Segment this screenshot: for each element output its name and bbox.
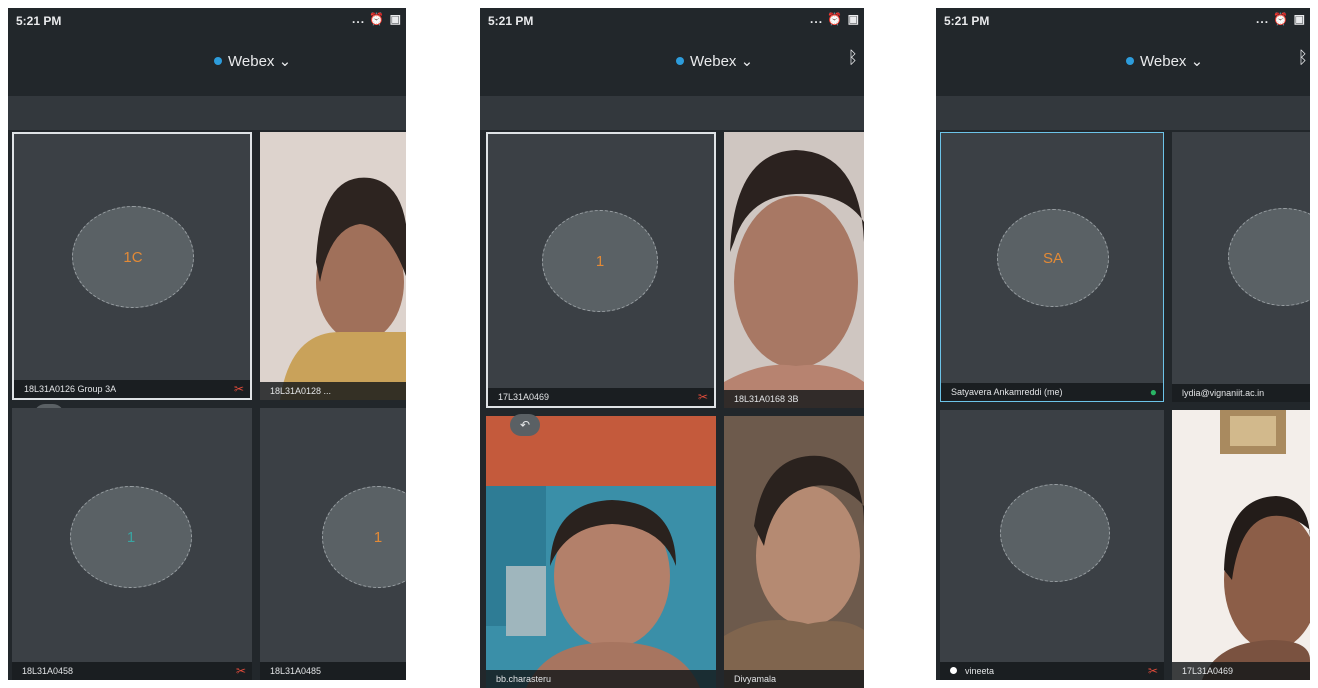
toolbar-band (936, 96, 1310, 130)
status-time: 5:21 PM (488, 14, 534, 28)
participant-avatar (1000, 484, 1110, 582)
status-bar: 5:21 PM ... ⏰ ▣ (936, 8, 1310, 36)
chevron-down-icon: ⌄ (740, 53, 754, 70)
mic-active-icon: ● (1149, 385, 1157, 399)
participant-tile[interactable]: SA Satyavera Ankamreddi (me) ● (940, 132, 1164, 402)
participant-avatar (1228, 208, 1310, 306)
back-arrow-icon[interactable]: ↶ (510, 414, 540, 436)
app-title: Webex (690, 53, 737, 70)
webex-status-dot (214, 57, 222, 65)
avatar-initials: SA (1042, 249, 1063, 267)
chevron-down-icon: ⌄ (1190, 53, 1204, 70)
participant-tile[interactable]: 1C 18L31A0126 Group 3A ✂ (12, 132, 252, 400)
participant-video-tile[interactable]: 17L31A0469 (1172, 410, 1310, 680)
chat-icon (950, 667, 957, 674)
meeting-header: Webex ⌄ ᛒ (480, 36, 864, 96)
participant-video (724, 132, 864, 408)
meeting-header: Webex ⌄ (8, 36, 406, 96)
participant-name: Divyamala (724, 670, 864, 688)
participant-video-tile[interactable]: Divyamala (724, 416, 864, 688)
participant-video-tile[interactable]: 18L31A0168 3B (724, 132, 864, 408)
participant-tile[interactable]: 1 18L31A0485 (260, 408, 406, 680)
participant-name: 18L31A0128 ... (260, 382, 406, 400)
participant-video (724, 416, 864, 688)
toolbar-band (480, 96, 864, 130)
mic-muted-icon: ✂ (697, 390, 708, 404)
avatar-initials: 1 (126, 528, 136, 546)
participant-name: Satyavera Ankamreddi (me) (941, 383, 1163, 401)
screen-1: 5:21 PM ... ⏰ ▣ Webex ⌄ 1C 18L31A0126 Gr… (8, 8, 406, 680)
participant-tile[interactable]: 1 18L31A0458 ✂ (12, 408, 252, 680)
webex-status-dot (1126, 57, 1134, 65)
bluetooth-icon[interactable]: ᛒ (848, 48, 858, 68)
avatar-initials: 1C (123, 248, 143, 266)
participant-tile[interactable]: lydia@vignaniit.ac.in (1172, 132, 1310, 402)
participant-name: bb.charasteru (486, 670, 716, 688)
participant-name: 17L31A0469 (488, 388, 714, 406)
meeting-header: Webex ⌄ ᛒ (936, 36, 1310, 96)
participant-avatar: 1 (70, 486, 192, 588)
status-time: 5:21 PM (944, 14, 990, 28)
status-time: 5:21 PM (16, 14, 62, 28)
participant-avatar: 1C (72, 206, 194, 308)
participant-avatar: 1 (542, 210, 658, 312)
meeting-title-dropdown[interactable]: Webex ⌄ (214, 52, 291, 70)
chevron-down-icon: ⌄ (278, 53, 292, 70)
participant-name: 18L31A0485 (260, 662, 406, 680)
toolbar-band (8, 96, 406, 130)
mic-muted-icon: ✂ (235, 664, 246, 678)
participant-tile[interactable]: 1 17L31A0469 ✂ (486, 132, 716, 408)
participant-name: 18L31A0458 (12, 662, 252, 680)
participant-tile[interactable]: vineeta ✂ (940, 410, 1164, 680)
mic-muted-icon: ✂ (1147, 664, 1158, 678)
webex-status-dot (676, 57, 684, 65)
participant-video-tile[interactable]: 18L31A0128 ... (260, 132, 406, 400)
participant-video (486, 416, 716, 688)
participant-video (260, 132, 406, 400)
screen-2: 5:21 PM ... ⏰ ▣ Webex ⌄ ᛒ 1 17L31A0469 ✂… (480, 8, 864, 688)
meeting-title-dropdown[interactable]: Webex ⌄ (1126, 52, 1203, 70)
participant-video-tile[interactable]: bb.charasteru (486, 416, 716, 688)
status-bar: 5:21 PM ... ⏰ ▣ (8, 8, 406, 36)
mic-muted-icon: ✂ (233, 382, 244, 396)
avatar-initials: 1 (595, 252, 605, 270)
bluetooth-icon[interactable]: ᛒ (1298, 48, 1308, 68)
status-icons: ... ⏰ ▣ (352, 12, 402, 26)
status-icons: ... ⏰ ▣ (810, 12, 860, 26)
participant-name: 18L31A0126 Group 3A (14, 380, 250, 398)
participant-avatar: SA (997, 209, 1109, 307)
status-bar: 5:21 PM ... ⏰ ▣ (480, 8, 864, 36)
participant-name: 18L31A0168 3B (724, 390, 864, 408)
meeting-title-dropdown[interactable]: Webex ⌄ (676, 52, 753, 70)
app-title: Webex (1140, 53, 1187, 70)
avatar-initials: 1 (373, 528, 383, 546)
participant-name: lydia@vignaniit.ac.in (1172, 384, 1310, 402)
status-icons: ... ⏰ ▣ (1256, 12, 1306, 26)
app-title: Webex (228, 53, 275, 70)
participant-avatar: 1 (322, 486, 406, 588)
participant-name: vineeta (940, 662, 1164, 680)
participant-name: 17L31A0469 (1172, 662, 1310, 680)
participant-video (1172, 410, 1310, 680)
screen-3: 5:21 PM ... ⏰ ▣ Webex ⌄ ᛒ SA Satyavera A… (936, 8, 1310, 680)
